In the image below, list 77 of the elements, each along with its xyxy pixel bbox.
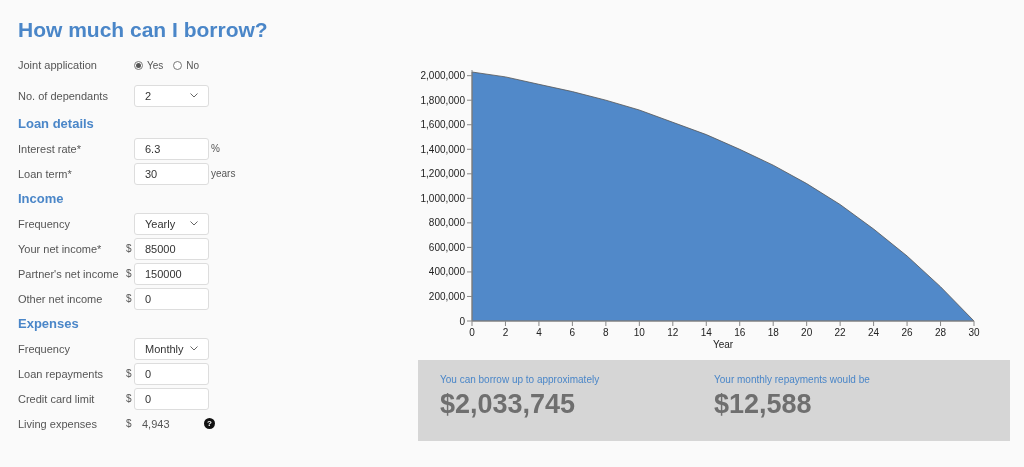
radio-option[interactable]: No: [173, 59, 200, 71]
tick-label: 10: [633, 327, 645, 338]
tick-label: 28: [934, 327, 947, 338]
currency-symbol: $: [126, 418, 133, 429]
input-field[interactable]: 0: [134, 287, 209, 310]
tick-label: 1,000,000: [420, 192, 465, 204]
currency-symbol: $: [126, 368, 133, 379]
tick-label: 2: [502, 327, 509, 338]
field-label: No. of dependants: [18, 89, 109, 102]
currency-symbol: $: [126, 243, 133, 254]
tick-label: 600,000: [428, 241, 465, 253]
result-label: You can borrow up to approximately: [440, 374, 601, 385]
field-label: Other net income: [18, 292, 104, 305]
currency-symbol: $: [126, 268, 133, 279]
unit-label: %: [211, 143, 221, 154]
tick-label: 12: [667, 327, 679, 338]
tick-label: 8: [603, 327, 609, 338]
section-heading: Income: [18, 190, 65, 208]
currency-symbol: $: [126, 393, 133, 404]
result-label: Your monthly repayments would be: [714, 374, 871, 385]
field-label: Interest rate*: [18, 142, 82, 155]
tick-label: 30: [968, 327, 980, 338]
field-label: Living expenses: [18, 417, 98, 430]
input-field[interactable]: 0: [134, 362, 209, 385]
tick-label: 1,200,000: [420, 168, 465, 180]
tick-label: 1,400,000: [420, 143, 465, 155]
tick-label: 200,000: [428, 290, 465, 302]
field-label: Frequency: [18, 342, 71, 355]
tick-label: 800,000: [428, 217, 465, 229]
tick-label: 4: [536, 327, 542, 338]
caret-icon: [190, 346, 198, 351]
input-field[interactable]: 30: [134, 162, 209, 185]
field-label: Loan term*: [18, 167, 73, 180]
section-heading: Expenses: [18, 315, 80, 333]
tick-label: 20: [801, 327, 813, 338]
axis-title: Year: [712, 339, 734, 350]
page-title: How much can I borrow?: [18, 18, 269, 42]
input-field[interactable]: 0: [134, 387, 209, 410]
tick-label: 1,600,000: [420, 119, 465, 131]
field-label: Credit card limit: [18, 392, 96, 405]
field-label: Loan repayments: [18, 367, 104, 380]
tick-label: 22: [834, 327, 846, 338]
tick-label: 6: [569, 327, 576, 338]
tick-label: 400,000: [428, 266, 465, 278]
section-heading: Loan details: [18, 115, 95, 133]
field-label: Your net income*: [18, 242, 103, 255]
radio-label: Yes: [147, 59, 164, 71]
caret-icon: [190, 221, 198, 226]
radio-button[interactable]: [134, 60, 143, 70]
radio-option[interactable]: Yes: [134, 59, 164, 71]
input-field[interactable]: 150000: [134, 262, 209, 285]
field-value: 4,943: [141, 417, 171, 430]
tick-label: 18: [767, 327, 779, 338]
tick-label: 16: [734, 327, 746, 338]
tick-label: 14: [700, 327, 712, 338]
radio-label: No: [186, 59, 200, 71]
tick-label: 1,800,000: [420, 94, 465, 106]
tick-label: 0: [469, 327, 475, 338]
caret-icon: [190, 93, 198, 98]
input-field[interactable]: 85000: [134, 237, 209, 260]
field-label: Joint application: [18, 59, 98, 71]
help-icon[interactable]: ?: [204, 418, 215, 429]
unit-label: years: [211, 168, 237, 179]
tick-label: 0: [459, 315, 465, 327]
dropdown[interactable]: Monthly: [134, 337, 209, 360]
field-label: Frequency: [18, 217, 71, 230]
input-field[interactable]: 6.3: [134, 137, 209, 160]
result-amount: $2,033,745: [440, 389, 577, 420]
dropdown[interactable]: 2: [134, 84, 209, 107]
tick-label: 24: [868, 327, 880, 338]
field-label: Partner's net income: [18, 267, 120, 280]
result-amount: $12,588: [714, 389, 813, 420]
currency-symbol: $: [126, 293, 133, 304]
tick-label: 26: [901, 327, 913, 338]
radio-button[interactable]: [173, 60, 183, 70]
tick-label: 2,000,000: [420, 70, 465, 82]
dropdown[interactable]: Yearly: [134, 212, 209, 235]
